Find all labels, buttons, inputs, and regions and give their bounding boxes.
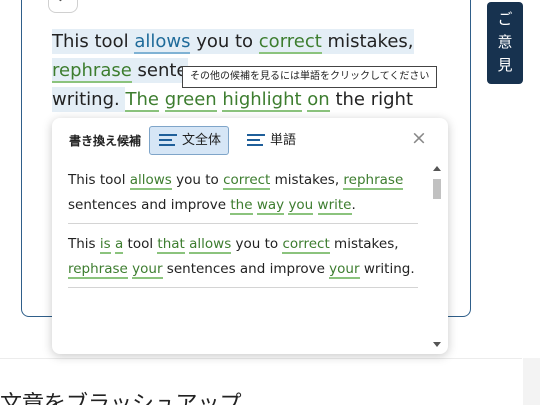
popup-scrollbar[interactable] <box>430 164 444 354</box>
tooltip: その他の候補を見るには単語をクリックしてください <box>182 66 438 88</box>
text-segment <box>159 89 165 110</box>
suggestion-popup: 書き換え候補 文全体 単語 × This tool allows you to … <box>52 118 448 354</box>
close-icon: × <box>411 127 427 149</box>
scroll-down-icon[interactable] <box>433 342 441 347</box>
undo-icon: ↶ <box>57 0 69 8</box>
feedback-label-char: 意 <box>497 33 513 51</box>
changed-word: you <box>288 196 314 215</box>
text-segment: you to <box>231 236 283 252</box>
text-segment: sentences and improve <box>162 260 330 277</box>
changed-word: rephrase <box>68 260 128 279</box>
changed-word: allows <box>189 236 232 254</box>
suggestion-item[interactable]: This is a tool that allows you to correc… <box>68 232 418 288</box>
tab-whole-sentence[interactable]: 文全体 <box>149 126 229 155</box>
changed-word: that <box>157 236 185 254</box>
align-left-icon <box>159 134 177 148</box>
changed-word: is <box>99 236 111 254</box>
changed-word: correct <box>282 236 330 254</box>
text-segment <box>313 197 317 213</box>
changed-word: the <box>230 196 253 215</box>
highlighted-word[interactable]: on <box>307 89 330 112</box>
text-segment: you to <box>190 31 259 52</box>
text-segment: mistakes, <box>329 236 399 252</box>
changed-word: your <box>329 260 360 279</box>
text-segment: the right <box>329 89 413 110</box>
highlighted-word[interactable]: correct <box>258 31 322 54</box>
align-left-icon <box>247 134 265 148</box>
changed-word: correct <box>223 172 271 190</box>
close-button[interactable]: × <box>408 127 430 149</box>
text-segment: This tool <box>52 31 135 52</box>
text-segment: mistakes, <box>321 31 414 52</box>
changed-word: way <box>256 196 285 215</box>
tab-word[interactable]: 単語 <box>237 126 307 155</box>
text-segment: mistakes, <box>270 172 344 188</box>
scroll-up-icon[interactable] <box>433 166 441 171</box>
text-segment: writing. <box>359 260 415 277</box>
highlighted-word[interactable]: green <box>164 89 217 112</box>
text-segment: sente <box>131 60 188 81</box>
changed-word: allows <box>129 172 172 190</box>
highlighted-word[interactable]: rephrase <box>52 60 132 83</box>
suggestion-list: This tool allows you to correct mistakes… <box>68 168 418 296</box>
highlighted-word[interactable]: allows <box>134 31 191 54</box>
popup-header: 書き換え候補 文全体 単語 × <box>52 118 448 160</box>
section-heading: 文章をブラッシュアップ <box>0 392 242 405</box>
highlighted-word[interactable]: highlight <box>222 89 302 112</box>
feedback-label-char: 見 <box>497 56 513 74</box>
text-segment: This <box>68 236 100 252</box>
text-segment: . <box>351 196 356 213</box>
suggestion-item[interactable]: This tool allows you to correct mistakes… <box>68 168 418 224</box>
page-scrollbar[interactable] <box>523 358 540 405</box>
feedback-label-char: ご <box>497 10 513 28</box>
changed-word: rephrase <box>343 172 404 190</box>
scroll-thumb[interactable] <box>433 179 441 199</box>
editor-line-1: This tool allows you to correct mistakes… <box>52 27 462 56</box>
undo-button[interactable]: ↶ <box>48 0 78 13</box>
editor-line-3: writing. The green highlight on the righ… <box>52 85 462 114</box>
text-segment: This tool <box>68 172 130 188</box>
text-segment: tool <box>123 236 158 252</box>
text-segment: writing. <box>52 89 126 110</box>
feedback-tab[interactable]: ご 意 見 <box>487 2 523 84</box>
text-segment: sentences and improve <box>68 196 231 213</box>
tab-label: 文全体 <box>182 133 222 148</box>
tab-label: 単語 <box>270 133 297 148</box>
popup-title: 書き換え候補 <box>69 134 142 148</box>
highlighted-word[interactable]: The <box>125 89 159 112</box>
changed-word: write <box>317 196 352 215</box>
text-segment: you to <box>171 172 224 188</box>
changed-word: your <box>132 260 163 279</box>
